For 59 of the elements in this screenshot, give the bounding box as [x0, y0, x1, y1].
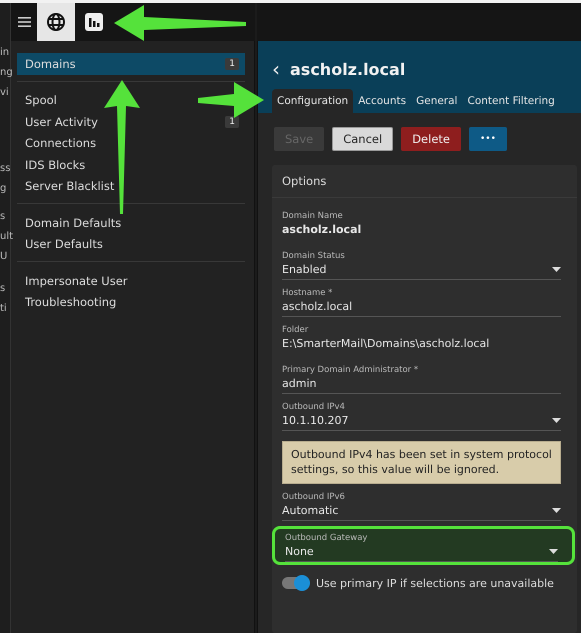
field-label: Domain Name: [282, 211, 344, 221]
count-badge: 1: [225, 116, 239, 128]
delete-button[interactable]: Delete: [401, 127, 461, 151]
toggle-switch[interactable]: [282, 577, 308, 590]
sidebar-item[interactable]: User Activity: [25, 114, 98, 129]
caret-icon: [552, 508, 561, 513]
field-label: Outbound IPv4: [282, 402, 346, 412]
sidebar-item[interactable]: Domains 1: [17, 53, 245, 74]
back-button[interactable]: ‹: [272, 59, 280, 79]
tab[interactable]: Content Filtering: [462, 89, 560, 113]
count-badge: 1: [225, 58, 239, 70]
dropdown[interactable]: Enabled: [282, 262, 561, 280]
cut-off-text: ss: [0, 163, 10, 174]
sidebar-item[interactable]: Troubleshooting: [25, 295, 116, 310]
dropdown[interactable]: 10.1.10.207: [282, 413, 561, 431]
field-label: Primary Domain Administrator *: [282, 365, 420, 375]
input-field[interactable]: ascholz.local: [282, 299, 561, 317]
toggle-label: Use primary IP if selections are unavailable: [316, 576, 554, 590]
sidebar-item[interactable]: Domain Defaults: [25, 216, 122, 230]
cut-off-text: g: [0, 183, 8, 194]
field-label: Domain Status: [282, 251, 346, 261]
field-value: ascholz.local: [282, 223, 362, 236]
sidebar-item[interactable]: Connections: [25, 136, 96, 150]
field-value: E:\SmarterMail\Domains\ascholz.local: [282, 337, 490, 350]
card-title: Options: [282, 174, 326, 188]
field-label: Outbound Gateway: [285, 532, 368, 543]
caret-icon: [549, 548, 558, 554]
more-button[interactable]: •••: [469, 127, 507, 151]
sidebar-item[interactable]: Server Blacklist: [25, 179, 114, 194]
dropdown[interactable]: None: [285, 544, 558, 562]
cancel-button[interactable]: Cancel: [332, 127, 394, 151]
caret-icon: [552, 267, 561, 272]
input-field[interactable]: admin: [282, 376, 561, 394]
field-label: Folder: [282, 325, 310, 335]
sidebar-item[interactable]: IDS Blocks: [25, 158, 86, 172]
cut-off-text: vi: [0, 87, 10, 98]
tab[interactable]: Configuration: [272, 89, 354, 113]
sidebar-item[interactable]: Spool: [25, 93, 57, 108]
field-label: Outbound IPv6: [282, 492, 346, 502]
field-label: Hostname *: [282, 288, 334, 298]
dropdown[interactable]: Automatic: [282, 502, 561, 521]
sidebar-item[interactable]: User Defaults: [25, 237, 103, 252]
cut-off-text: s: [0, 211, 6, 222]
sidebar-item[interactable]: Impersonate User: [25, 274, 128, 288]
tab[interactable]: General: [411, 89, 462, 113]
toolbar-tab[interactable]: [37, 3, 75, 41]
arrow: [198, 82, 264, 118]
cut-off-text: ti: [0, 303, 8, 314]
globe-icon: [46, 12, 66, 32]
bar-chart-icon: [85, 13, 103, 31]
cut-off-text: in: [0, 47, 10, 58]
tab[interactable]: Accounts: [353, 89, 412, 113]
warning-notice: Outbound IPv4 has been set in system protocol settings, so this value will be ignored.: [282, 441, 561, 484]
cut-off-text: s: [0, 283, 6, 294]
caret-icon: [552, 418, 561, 423]
page-title: ascholz.local: [290, 60, 406, 78]
cut-off-text: U: [0, 251, 8, 262]
cut-off-text: ng: [0, 67, 10, 78]
menu-icon[interactable]: [18, 17, 30, 27]
